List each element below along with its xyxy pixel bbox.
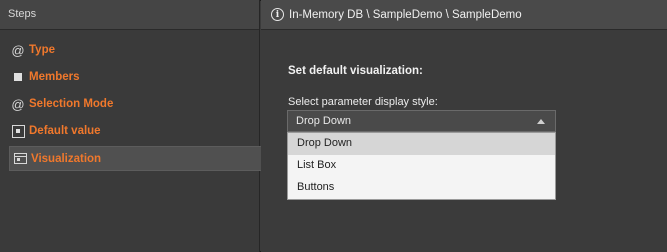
visualization-icon — [12, 151, 28, 167]
breadcrumb: i In-Memory DB \ SampleDemo \ SampleDemo — [261, 0, 667, 30]
display-style-select[interactable]: Drop Down — [287, 110, 556, 132]
step-label: Selection Mode — [29, 98, 114, 110]
steps-panel: Steps @ Type Members @ Selection Mode De… — [0, 0, 261, 252]
step-selection-mode[interactable]: @ Selection Mode — [10, 93, 113, 115]
steps-header: Steps — [0, 0, 259, 30]
step-label: Visualization — [31, 152, 102, 165]
at-icon: @ — [11, 96, 25, 112]
section-title: Set default visualization: — [288, 65, 423, 77]
step-members[interactable]: Members — [10, 66, 80, 88]
step-type[interactable]: @ Type — [10, 39, 55, 61]
at-icon: @ — [11, 42, 25, 58]
select-value: Drop Down — [296, 115, 352, 127]
step-label: Default value — [29, 125, 101, 137]
option-list-box[interactable]: List Box — [288, 155, 555, 177]
breadcrumb-text: In-Memory DB \ SampleDemo \ SampleDemo — [289, 8, 522, 21]
chevron-up-icon[interactable] — [537, 119, 545, 124]
option-drop-down[interactable]: Drop Down — [288, 133, 555, 155]
select-label: Select parameter display style: — [288, 96, 438, 108]
step-default-value[interactable]: Default value — [10, 120, 101, 142]
square-icon — [10, 69, 26, 85]
display-style-dropdown: Drop Down List Box Buttons — [287, 132, 556, 200]
step-visualization[interactable]: Visualization — [9, 146, 261, 171]
settings-panel: i In-Memory DB \ SampleDemo \ SampleDemo… — [261, 0, 667, 252]
step-label: Type — [29, 44, 55, 56]
info-icon: i — [271, 8, 284, 21]
step-label: Members — [29, 71, 80, 83]
option-buttons[interactable]: Buttons — [288, 177, 555, 199]
default-value-icon — [10, 123, 26, 139]
